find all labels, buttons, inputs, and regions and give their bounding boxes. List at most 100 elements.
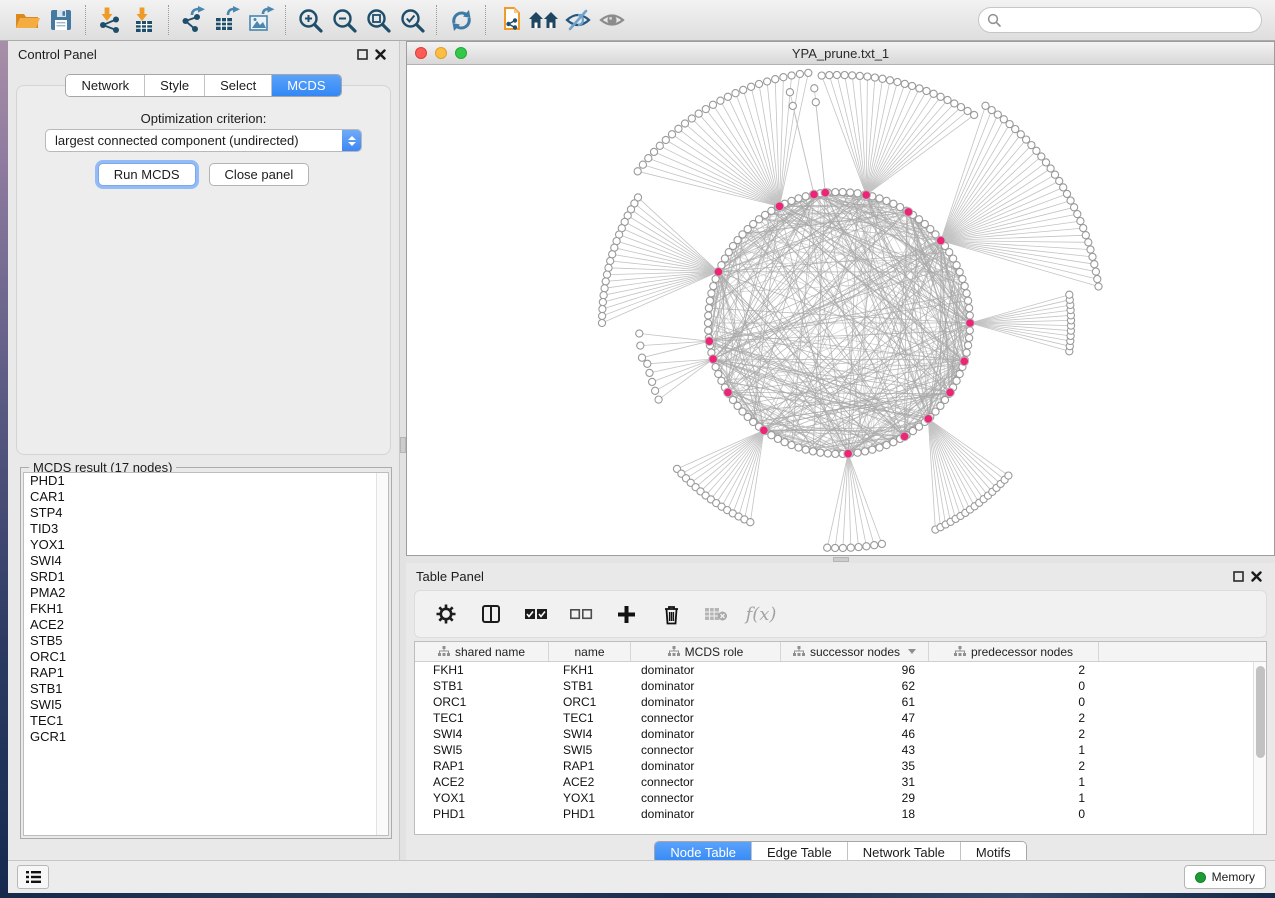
network-node[interactable] bbox=[1087, 246, 1094, 253]
cell-successor-nodes[interactable]: 47 bbox=[781, 711, 929, 725]
mcds-hub-node[interactable] bbox=[862, 191, 871, 200]
memory-button[interactable]: Memory bbox=[1184, 865, 1266, 889]
network-node[interactable] bbox=[638, 354, 645, 361]
network-node[interactable] bbox=[652, 387, 659, 394]
network-node[interactable] bbox=[675, 125, 682, 132]
network-node[interactable] bbox=[656, 142, 663, 149]
network-node[interactable] bbox=[832, 189, 839, 196]
table-row[interactable]: SWI5SWI5connector431 bbox=[415, 742, 1253, 758]
tab-mcds[interactable]: MCDS bbox=[271, 75, 340, 96]
mcds-node-item[interactable]: CAR1 bbox=[24, 489, 388, 505]
network-node[interactable] bbox=[951, 100, 958, 107]
zoom-selected-button[interactable] bbox=[395, 4, 429, 36]
cell-MCDS-role[interactable]: connector bbox=[631, 711, 781, 725]
network-node[interactable] bbox=[705, 327, 712, 334]
network-node[interactable] bbox=[856, 72, 863, 79]
network-node[interactable] bbox=[876, 195, 883, 202]
mcds-node-item[interactable]: STP4 bbox=[24, 505, 388, 521]
network-node[interactable] bbox=[876, 444, 883, 451]
network-node[interactable] bbox=[780, 74, 787, 81]
network-node[interactable] bbox=[602, 278, 609, 285]
network-node[interactable] bbox=[1094, 276, 1101, 283]
cell-MCDS-role[interactable]: dominator bbox=[631, 679, 781, 693]
deselect-all-columns-button[interactable] bbox=[568, 601, 594, 627]
network-node[interactable] bbox=[817, 449, 824, 456]
network-node[interactable] bbox=[963, 290, 970, 297]
network-node[interactable] bbox=[894, 78, 901, 85]
network-node[interactable] bbox=[982, 102, 989, 109]
show-task-history-button[interactable] bbox=[17, 865, 49, 889]
mcds-hub-node[interactable] bbox=[946, 388, 955, 397]
cell-successor-nodes[interactable]: 46 bbox=[781, 727, 929, 741]
network-node[interactable] bbox=[788, 442, 795, 449]
mcds-node-item[interactable]: PMA2 bbox=[24, 585, 388, 601]
cell-predecessor-nodes[interactable]: 1 bbox=[929, 743, 1099, 757]
network-node[interactable] bbox=[826, 72, 833, 79]
network-node[interactable] bbox=[718, 377, 725, 384]
network-node[interactable] bbox=[812, 99, 819, 106]
cell-shared-name[interactable]: ORC1 bbox=[415, 695, 549, 709]
cell-shared-name[interactable]: ACE2 bbox=[415, 775, 549, 789]
mcds-hub-node[interactable] bbox=[705, 337, 714, 346]
cell-predecessor-nodes[interactable]: 0 bbox=[929, 807, 1099, 821]
network-node[interactable] bbox=[957, 104, 964, 111]
network-node[interactable] bbox=[644, 360, 651, 367]
run-mcds-button[interactable]: Run MCDS bbox=[98, 163, 196, 186]
network-node[interactable] bbox=[809, 448, 816, 455]
network-node[interactable] bbox=[788, 72, 795, 79]
show-eye-button[interactable] bbox=[595, 4, 629, 36]
network-node[interactable] bbox=[650, 148, 657, 155]
network-node[interactable] bbox=[849, 72, 856, 79]
network-node[interactable] bbox=[605, 264, 612, 271]
network-node[interactable] bbox=[601, 285, 608, 292]
mcds-hub-node[interactable] bbox=[775, 202, 784, 211]
network-node[interactable] bbox=[1089, 253, 1096, 260]
create-column-button[interactable] bbox=[613, 601, 639, 627]
show-column-panel-button[interactable] bbox=[478, 601, 504, 627]
tab-network[interactable]: Network bbox=[66, 75, 144, 96]
mcds-node-item[interactable]: ACE2 bbox=[24, 617, 388, 633]
mcds-node-item[interactable]: PHD1 bbox=[24, 473, 388, 489]
mcds-hub-node[interactable] bbox=[821, 188, 830, 197]
cell-predecessor-nodes[interactable]: 2 bbox=[929, 759, 1099, 773]
mcds-node-item[interactable]: SWI4 bbox=[24, 553, 388, 569]
network-node[interactable] bbox=[637, 342, 644, 349]
network-node[interactable] bbox=[890, 439, 897, 446]
network-node[interactable] bbox=[871, 74, 878, 81]
network-node[interactable] bbox=[1080, 225, 1087, 232]
network-node[interactable] bbox=[1060, 184, 1067, 191]
cell-predecessor-nodes[interactable]: 0 bbox=[929, 695, 1099, 709]
network-node[interactable] bbox=[1085, 239, 1092, 246]
network-node[interactable] bbox=[966, 327, 973, 334]
network-node[interactable] bbox=[855, 544, 862, 551]
optimization-criterion-select[interactable]: largest connected component (undirected) bbox=[45, 129, 362, 152]
network-node[interactable] bbox=[646, 369, 653, 376]
network-node[interactable] bbox=[732, 90, 739, 97]
network-node[interactable] bbox=[710, 283, 717, 290]
zoom-in-button[interactable] bbox=[293, 4, 327, 36]
network-node[interactable] bbox=[965, 297, 972, 304]
network-node[interactable] bbox=[607, 257, 614, 264]
mcds-node-item[interactable]: ORC1 bbox=[24, 649, 388, 665]
network-canvas[interactable] bbox=[407, 65, 1274, 555]
network-node[interactable] bbox=[878, 540, 885, 547]
cell-name[interactable]: ACE2 bbox=[549, 775, 631, 789]
network-node[interactable] bbox=[883, 442, 890, 449]
cell-shared-name[interactable]: STB1 bbox=[415, 679, 549, 693]
network-node[interactable] bbox=[704, 319, 711, 326]
cell-MCDS-role[interactable]: connector bbox=[631, 775, 781, 789]
horizontal-splitter[interactable] bbox=[406, 556, 1275, 563]
network-node[interactable] bbox=[871, 542, 878, 549]
cell-shared-name[interactable]: TEC1 bbox=[415, 711, 549, 725]
table-row[interactable]: PHD1PHD1dominator180 bbox=[415, 806, 1253, 822]
network-node[interactable] bbox=[724, 93, 731, 100]
export-table-button[interactable] bbox=[210, 4, 244, 36]
cell-successor-nodes[interactable]: 61 bbox=[781, 695, 929, 709]
network-node[interactable] bbox=[603, 271, 610, 278]
network-node[interactable] bbox=[599, 306, 606, 313]
close-table-panel-button[interactable] bbox=[1247, 567, 1265, 585]
mcds-hub-node[interactable] bbox=[844, 449, 853, 458]
network-node[interactable] bbox=[609, 251, 616, 258]
network-node[interactable] bbox=[890, 200, 897, 207]
network-node[interactable] bbox=[1092, 268, 1099, 275]
